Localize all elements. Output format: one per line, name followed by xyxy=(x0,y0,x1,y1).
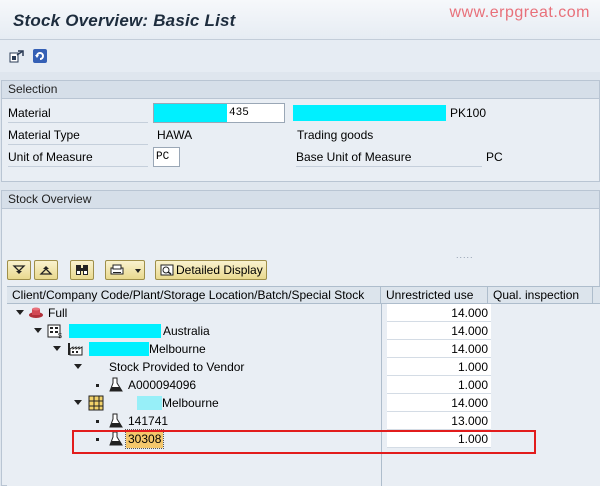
tree-row-label: Melbourne xyxy=(162,396,219,410)
detail-magnifier-icon xyxy=(160,264,174,276)
tree-row-company[interactable]: $ Australia 14.000 xyxy=(7,322,600,340)
unrestricted-value: 14.000 xyxy=(387,322,491,340)
storage-location-icon xyxy=(88,395,104,411)
column-header-qual-inspection[interactable]: Qual. inspection xyxy=(488,287,593,304)
tree-row-special-stock[interactable]: Stock Provided to Vendor 1.000 xyxy=(7,358,600,376)
print-button[interactable] xyxy=(105,260,145,280)
unrestricted-value: 14.000 xyxy=(387,304,491,322)
expand-all-button[interactable] xyxy=(7,260,31,280)
tree-row-label: Stock Provided to Vendor xyxy=(109,360,245,374)
leaf-bullet-icon xyxy=(96,384,99,387)
collapse-all-icon xyxy=(39,266,53,275)
page-title: Stock Overview: Basic List xyxy=(13,11,236,30)
unrestricted-value: 1.000 xyxy=(387,358,491,376)
stock-icon xyxy=(29,307,43,318)
chevron-down-icon[interactable] xyxy=(135,269,141,273)
title-bar: Stock Overview: Basic List www.erpgreat.… xyxy=(0,0,600,40)
binoculars-icon xyxy=(76,265,88,275)
plant-icon xyxy=(68,343,83,356)
unrestricted-value: 14.000 xyxy=(387,394,491,412)
leaf-bullet-icon xyxy=(96,420,99,423)
collapse-toggle-icon[interactable] xyxy=(74,364,82,369)
tree-row-label: Australia xyxy=(163,324,210,338)
material-desc: PK100 xyxy=(450,106,487,120)
tree-row-storage-location[interactable]: Melbourne 14.000 xyxy=(7,394,600,412)
stock-overview-header: Stock Overview xyxy=(2,191,599,209)
material-label: Material xyxy=(8,102,148,123)
tree-row-label: A000094096 xyxy=(128,378,197,392)
unrestricted-value: 1.000 xyxy=(387,376,491,394)
tree-row-full[interactable]: Full 14.000 xyxy=(7,304,600,322)
grid-header: Client/Company Code/Plant/Storage Locati… xyxy=(7,286,600,304)
tree-row-label: Full xyxy=(48,306,68,320)
resize-handle[interactable]: ..... xyxy=(456,250,474,260)
column-header-hierarchy[interactable]: Client/Company Code/Plant/Storage Locati… xyxy=(7,287,381,304)
base-uom-label-text: Base Unit of Measure xyxy=(296,146,482,167)
application-toolbar xyxy=(0,40,600,72)
material-type-label: Material Type xyxy=(8,124,148,145)
material-type-value: HAWA xyxy=(157,128,193,142)
batch-icon xyxy=(109,413,123,428)
redaction-block xyxy=(293,105,446,121)
material-value: 435 xyxy=(229,107,249,119)
detailed-display-label: Detailed Display xyxy=(176,263,263,277)
material-type-desc: Trading goods xyxy=(297,128,374,142)
expand-all-icon xyxy=(12,265,26,274)
redaction-block xyxy=(137,396,162,410)
redaction-block xyxy=(89,342,149,356)
tree-row-label: Melbourne xyxy=(149,342,206,356)
stock-tree-grid: Full 14.000 $ Australia 14.000 Melbourne… xyxy=(7,304,600,486)
highlight-box xyxy=(72,430,536,454)
redaction-block xyxy=(154,104,227,122)
watermark: www.erpgreat.com xyxy=(449,4,590,21)
collapse-toggle-icon[interactable] xyxy=(74,400,82,405)
material-field[interactable]: 435 xyxy=(153,103,285,123)
base-uom-value: PC xyxy=(486,150,503,164)
tree-row-plant[interactable]: Melbourne 14.000 xyxy=(7,340,600,358)
unrestricted-value: 14.000 xyxy=(387,340,491,358)
collapse-toggle-icon[interactable] xyxy=(16,310,24,315)
printer-icon xyxy=(110,264,124,275)
batch-icon xyxy=(109,377,123,392)
tree-row-label: 141741 xyxy=(128,414,169,428)
tree-row-batch[interactable]: 141741 13.000 xyxy=(7,412,600,430)
column-header-unrestricted[interactable]: Unrestricted use xyxy=(381,287,488,304)
collapse-toggle-icon[interactable] xyxy=(34,328,42,333)
base-uom-label: Base Unit of Measure xyxy=(296,146,482,168)
selection-icon[interactable] xyxy=(9,48,25,64)
uom-field[interactable]: PC xyxy=(153,147,180,167)
tree-row-batch[interactable]: A000094096 1.000 xyxy=(7,376,600,394)
find-button[interactable] xyxy=(70,260,94,280)
collapse-toggle-icon[interactable] xyxy=(53,346,61,351)
svg-text:$: $ xyxy=(58,333,62,339)
detailed-display-button[interactable]: Detailed Display xyxy=(155,260,267,280)
refresh-icon[interactable] xyxy=(32,48,48,64)
uom-label: Unit of Measure xyxy=(8,146,148,167)
collapse-all-button[interactable] xyxy=(34,260,58,280)
company-code-icon: $ xyxy=(47,324,62,339)
selection-header: Selection xyxy=(2,81,599,99)
redaction-block xyxy=(69,324,161,338)
unrestricted-value: 13.000 xyxy=(387,412,491,430)
